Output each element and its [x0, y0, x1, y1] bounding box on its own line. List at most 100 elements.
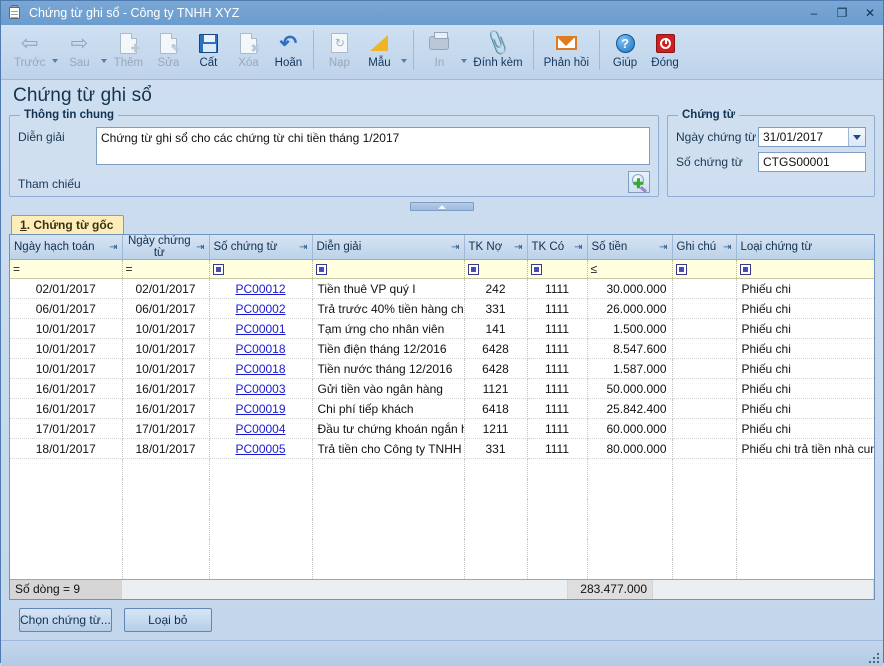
collapse-up-icon[interactable] — [410, 202, 474, 211]
next-dropdown-arrow[interactable] — [99, 59, 108, 63]
tab-original-vouchers[interactable]: 1. Chứng từ gốc — [11, 215, 124, 234]
table-row[interactable]: 02/01/201702/01/2017PC00012Tiền thuê VP … — [10, 279, 874, 299]
previous-dropdown-arrow[interactable] — [50, 59, 59, 63]
grid-column-header[interactable]: Ngày hạch toán⇥ — [10, 235, 122, 260]
column-filter-icon[interactable]: ⇥ — [109, 242, 117, 253]
toolbar-button-template[interactable]: Mẫu — [359, 28, 399, 69]
chevron-down-icon[interactable] — [848, 128, 865, 146]
filter-operator-icon[interactable]: ≤ — [591, 262, 598, 276]
filter-box-icon[interactable] — [213, 264, 224, 275]
grid-filter-cell[interactable] — [672, 260, 736, 279]
toolbar-button-previous[interactable]: ⇦ Trước — [9, 28, 50, 69]
column-filter-icon[interactable]: ⇥ — [196, 242, 204, 253]
filter-box-icon[interactable] — [316, 264, 327, 275]
voucher-number-link[interactable]: PC00012 — [235, 282, 285, 296]
resize-grip-icon[interactable] — [867, 651, 879, 663]
grid-filter-cell[interactable] — [736, 260, 874, 279]
toolbar-button-close[interactable]: Đóng — [645, 28, 685, 69]
table-row-empty[interactable] — [10, 459, 874, 479]
grid-filter-cell[interactable]: = — [122, 260, 209, 279]
grid-filter-cell[interactable] — [312, 260, 464, 279]
lookup-add-icon[interactable]: ✚ — [628, 171, 650, 193]
table-row[interactable]: 10/01/201710/01/2017PC00018Tiền điện thá… — [10, 339, 874, 359]
table-row[interactable]: 16/01/201716/01/2017PC00019Chi phí tiếp … — [10, 399, 874, 419]
grid-column-header[interactable]: Số chứng từ⇥ — [209, 235, 312, 260]
grid-column-header[interactable]: Diễn giải⇥ — [312, 235, 464, 260]
filter-box-icon[interactable] — [531, 264, 542, 275]
voucher-date-combobox[interactable]: 31/01/2017 — [758, 127, 866, 147]
table-row[interactable]: 16/01/201716/01/2017PC00003Gửi tiền vào … — [10, 379, 874, 399]
table-row[interactable]: 10/01/201710/01/2017PC00018Tiền nước thá… — [10, 359, 874, 379]
toolbar-button-attach[interactable]: 📎 Đính kèm — [468, 28, 527, 69]
grid-scroll-region[interactable]: Ngày hạch toán⇥Ngày chứng từ⇥Số chứng từ… — [10, 235, 874, 579]
column-filter-icon[interactable]: ⇥ — [574, 242, 582, 253]
filter-box-icon[interactable] — [468, 264, 479, 275]
voucher-number-link[interactable]: PC00018 — [235, 362, 285, 376]
template-dropdown-arrow[interactable] — [399, 59, 408, 63]
column-filter-icon[interactable]: ⇥ — [659, 242, 667, 253]
grid-filter-cell[interactable]: = — [10, 260, 122, 279]
toolbar-label: Nạp — [329, 57, 350, 69]
filter-operator-icon[interactable]: = — [13, 262, 20, 276]
table-cell: 16/01/2017 — [10, 399, 122, 419]
toolbar-button-save[interactable]: Cất — [188, 28, 228, 69]
print-dropdown-arrow[interactable] — [459, 59, 468, 63]
grid-column-header[interactable]: Ngày chứng từ⇥ — [122, 235, 209, 260]
filter-operator-icon[interactable]: = — [126, 262, 133, 276]
toolbar-button-help[interactable]: ? Giúp — [605, 28, 645, 69]
table-cell: 1111 — [527, 399, 587, 419]
table-row[interactable]: 17/01/201717/01/2017PC00004Đầu tư chứng … — [10, 419, 874, 439]
grid-column-header[interactable]: TK Có⇥ — [527, 235, 587, 260]
grid-filter-cell[interactable]: ≤ — [587, 260, 672, 279]
table-row-empty[interactable] — [10, 519, 874, 539]
voucher-number-link[interactable]: PC00005 — [235, 442, 285, 456]
toolbar-button-next[interactable]: ⇨ Sau — [59, 28, 99, 69]
description-input[interactable] — [96, 127, 650, 165]
voucher-number-input[interactable]: CTGS00001 — [758, 152, 866, 172]
close-button[interactable]: ✕ — [861, 4, 879, 22]
filter-box-icon[interactable] — [676, 264, 687, 275]
toolbar-button-delete[interactable]: ✖ Xóa — [228, 28, 268, 69]
grid-filter-cell[interactable] — [209, 260, 312, 279]
table-cell — [672, 399, 736, 419]
table-cell: 10/01/2017 — [10, 359, 122, 379]
select-voucher-button[interactable]: Chọn chứng từ... — [19, 608, 112, 632]
table-row-empty[interactable] — [10, 479, 874, 499]
column-filter-icon[interactable]: ⇥ — [299, 242, 307, 253]
minimize-button[interactable]: – — [805, 4, 823, 22]
table-cell-empty — [312, 539, 464, 559]
table-row[interactable]: 10/01/201710/01/2017PC00001Tạm ứng cho n… — [10, 319, 874, 339]
table-row-empty[interactable] — [10, 539, 874, 559]
voucher-number-link[interactable]: PC00018 — [235, 342, 285, 356]
grid-filter-cell[interactable] — [464, 260, 527, 279]
table-cell-empty — [736, 479, 874, 499]
toolbar-button-print[interactable]: In — [419, 28, 459, 69]
toolbar-button-edit[interactable]: ✎ Sửa — [148, 28, 188, 69]
table-row-empty[interactable] — [10, 559, 874, 579]
table-row-empty[interactable] — [10, 499, 874, 519]
toolbar-button-add[interactable]: ✚ Thêm — [108, 28, 148, 69]
column-filter-icon[interactable]: ⇥ — [451, 242, 459, 253]
toolbar-button-undo[interactable]: ↶ Hoãn — [268, 28, 308, 69]
voucher-number-link[interactable]: PC00001 — [235, 322, 285, 336]
voucher-number-link[interactable]: PC00004 — [235, 422, 285, 436]
grid-filter-row[interactable]: = = ≤ — [10, 260, 874, 279]
voucher-number-link[interactable]: PC00003 — [235, 382, 285, 396]
column-filter-icon[interactable]: ⇥ — [514, 242, 522, 253]
maximize-button[interactable]: ❐ — [833, 4, 851, 22]
filter-box-icon[interactable] — [740, 264, 751, 275]
table-row[interactable]: 06/01/201706/01/2017PC00002Trả trước 40%… — [10, 299, 874, 319]
form-groups: Thông tin chung Diễn giải Tham chiếu ✚ C… — [9, 109, 875, 197]
toolbar-button-feedback[interactable]: Phản hồi — [539, 28, 594, 69]
remove-button[interactable]: Loại bỏ — [124, 608, 212, 632]
grid-column-header[interactable]: TK Nợ⇥ — [464, 235, 527, 260]
table-row[interactable]: 18/01/201718/01/2017PC00005Trả tiền cho … — [10, 439, 874, 459]
column-filter-icon[interactable]: ⇥ — [723, 242, 731, 253]
grid-column-header[interactable]: Ghi chú⇥ — [672, 235, 736, 260]
voucher-number-link[interactable]: PC00002 — [235, 302, 285, 316]
grid-filter-cell[interactable] — [527, 260, 587, 279]
grid-column-header[interactable]: Loại chứng từ⇥ — [736, 235, 874, 260]
grid-column-header[interactable]: Số tiền⇥ — [587, 235, 672, 260]
toolbar-button-reload[interactable]: Nạp — [319, 28, 359, 69]
voucher-number-link[interactable]: PC00019 — [235, 402, 285, 416]
